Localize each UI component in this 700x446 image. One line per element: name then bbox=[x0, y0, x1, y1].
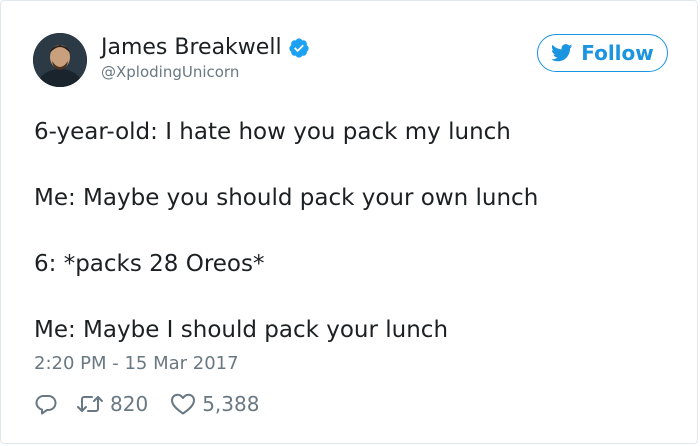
author-info: James Breakwell @XplodingUnicorn bbox=[101, 34, 310, 82]
retweet-icon bbox=[76, 392, 104, 416]
follow-button[interactable]: Follow bbox=[537, 34, 668, 72]
tweet-timestamp[interactable]: 2:20 PM - 15 Mar 2017 bbox=[34, 351, 239, 377]
like-button[interactable]: 5,388 bbox=[170, 391, 259, 417]
avatar-image bbox=[33, 33, 87, 87]
tweet-line: Me: Maybe you should pack your own lunch bbox=[34, 185, 539, 211]
tweet-actions: 820 5,388 bbox=[34, 390, 259, 418]
reply-button[interactable] bbox=[34, 392, 64, 416]
twitter-bird-icon bbox=[551, 44, 573, 62]
like-count: 5,388 bbox=[202, 392, 260, 416]
retweet-button[interactable]: 820 bbox=[76, 391, 148, 417]
tweet-line: Me: Maybe I should pack your lunch bbox=[34, 317, 449, 343]
retweet-count: 820 bbox=[110, 392, 149, 416]
heart-icon bbox=[170, 392, 196, 416]
tweet-card: James Breakwell @XplodingUnicorn Follow … bbox=[0, 0, 698, 444]
tweet-line: 6: *packs 28 Oreos* bbox=[34, 251, 265, 277]
verified-badge-icon bbox=[288, 37, 310, 59]
avatar[interactable] bbox=[33, 33, 87, 87]
tweet-line: 6-year-old: I hate how you pack my lunch bbox=[34, 119, 511, 145]
user-handle[interactable]: @XplodingUnicorn bbox=[101, 62, 310, 82]
display-name-row: James Breakwell bbox=[101, 34, 310, 62]
reply-icon bbox=[34, 392, 58, 416]
display-name[interactable]: James Breakwell bbox=[101, 34, 282, 62]
follow-label: Follow bbox=[581, 41, 654, 65]
